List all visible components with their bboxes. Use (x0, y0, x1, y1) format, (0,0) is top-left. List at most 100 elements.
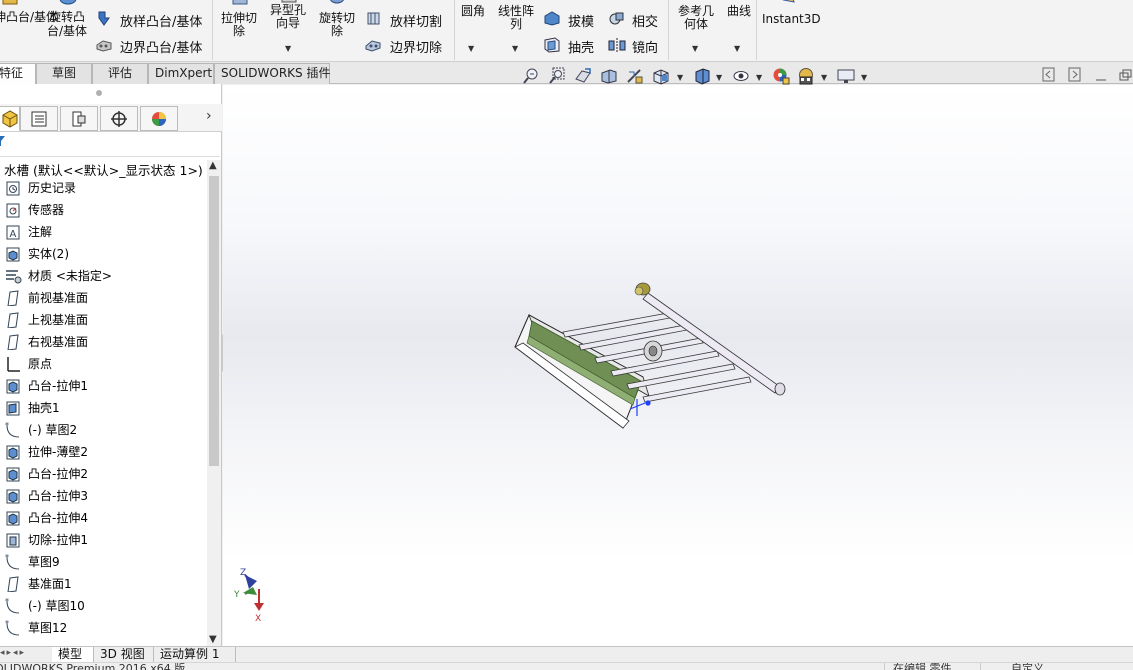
sketch-icon: * (5, 554, 20, 570)
dynamic-annotation-icon[interactable] (626, 67, 644, 85)
view-orientation-icon[interactable] (652, 67, 670, 85)
fillet-dropdown-icon[interactable]: ▼ (468, 44, 474, 53)
ribbon-separator (212, 0, 213, 60)
view-orientation-dropdown-icon[interactable]: ▼ (677, 73, 683, 82)
instant3d-label: Instant3D (762, 12, 821, 26)
linear-pattern-label: 线性阵列 (494, 5, 538, 31)
revolve-cut-icon (330, 0, 344, 4)
tab-property-manager[interactable] (20, 106, 58, 131)
revolve-cut-label: 旋转切除 (314, 12, 360, 38)
reference-geometry-dropdown-icon[interactable]: ▼ (692, 44, 698, 53)
tree-node-label: (-) 草图10 (28, 599, 85, 613)
expand-left-icon[interactable] (1042, 67, 1056, 83)
intersect-icon (609, 12, 624, 25)
tab-sketch[interactable]: 草图 (36, 63, 92, 84)
plane-icon (7, 312, 19, 328)
svg-text:*: * (5, 422, 9, 430)
property-manager-icon (31, 111, 47, 127)
curves-dropdown-icon[interactable]: ▼ (734, 44, 740, 53)
apply-scene-dropdown-icon[interactable]: ▼ (821, 73, 827, 82)
tab-solidworks-addins[interactable]: SOLIDWORKS 插件 (214, 63, 330, 84)
hole-wizard-dropdown-icon[interactable]: ▼ (285, 44, 291, 53)
plane-icon (7, 290, 19, 306)
tree-scrollbar[interactable]: ▲ ▼ (207, 160, 221, 646)
scroll-down-icon[interactable]: ▼ (209, 634, 217, 645)
intersect-label: 相交 (632, 15, 659, 30)
boundary-boss-label: 边界凸台/基体 (120, 41, 203, 56)
tab-3d-view[interactable]: 3D 视图 (94, 647, 154, 663)
sink-model[interactable] (514, 282, 786, 429)
previous-view-icon[interactable] (574, 67, 592, 85)
tree-node-label: 草图9 (28, 555, 60, 569)
edit-appearance-icon[interactable] (772, 67, 790, 85)
boundary-cut-icon (365, 40, 381, 52)
more-tabs-chevron-icon[interactable]: › (206, 108, 212, 124)
tree-node-label: 右视基准面 (28, 335, 89, 349)
tree-node-label: 原点 (28, 357, 53, 371)
sketch-icon: * (5, 422, 20, 438)
configuration-manager-icon (72, 111, 86, 127)
model-viewport: Z Y X (233, 282, 786, 624)
section-view-icon[interactable] (600, 67, 618, 85)
annotation-icon: A (6, 225, 20, 240)
curves-label: 曲线 (726, 4, 751, 18)
panel-grip[interactable] (96, 90, 102, 96)
minimize-window-icon[interactable] (1094, 67, 1108, 83)
tree-node-label: 抽壳1 (28, 401, 60, 415)
filter-icon (0, 136, 5, 146)
tab-configuration-manager[interactable] (60, 106, 98, 131)
tree-node-label: 历史记录 (28, 181, 77, 195)
plane-icon (7, 334, 19, 350)
graphics-area[interactable]: Z Y X (223, 85, 1133, 646)
zoom-to-area-icon[interactable] (548, 67, 566, 85)
tab-model[interactable]: 模型 (52, 647, 94, 663)
manager-tabs: › (0, 104, 222, 132)
extrude-feature-icon (6, 467, 20, 482)
tab-scroll-arrows-icon[interactable]: ◂▸◂▸ (0, 648, 26, 658)
bottom-tabs-bar: ◂▸◂▸ 模型 3D 视图 运动算例 1 (0, 646, 1133, 663)
cut-feature-icon (6, 533, 20, 548)
mirror-label: 镜向 (632, 41, 659, 56)
scroll-up-icon[interactable]: ▲ (209, 160, 217, 171)
hide-show-items-icon[interactable] (732, 67, 750, 85)
linear-pattern-text: 线性阵列 (497, 4, 534, 31)
tree-node-label: 实体(2) (28, 247, 69, 261)
tree-node-label: 凸台-拉伸3 (28, 489, 88, 503)
display-style-dropdown-icon[interactable]: ▼ (716, 73, 722, 82)
tab-dimxpert-manager[interactable] (100, 106, 138, 131)
view-settings-dropdown-icon[interactable]: ▼ (861, 73, 867, 82)
reference-geometry-text: 参考几何体 (677, 4, 714, 31)
status-units[interactable]: 自定义 (980, 663, 1044, 670)
feature-tree: 水槽 (默认<<默认>_显示状态 1>) 历史记录 传感器 A 注解 实体(2) 材质 <… (0, 160, 208, 646)
apply-scene-icon[interactable] (797, 67, 815, 85)
feature-manager-icon (2, 110, 18, 128)
view-settings-icon[interactable] (837, 67, 855, 85)
linear-pattern-dropdown-icon[interactable]: ▼ (512, 44, 518, 53)
loft-cut-label: 放样切割 (390, 15, 443, 30)
tab-motion-study[interactable]: 运动算例 1 (154, 647, 236, 663)
zoom-to-fit-icon[interactable] (522, 67, 540, 85)
reference-geometry-label: 参考几何体 (674, 5, 718, 31)
extrude-feature-icon (6, 511, 20, 526)
tree-node-label: 材质 <未指定> (28, 269, 112, 283)
expand-right-icon[interactable] (1068, 67, 1082, 83)
triad-x-label: X (255, 614, 261, 624)
extrude-cut-text: 拉伸切除 (221, 11, 258, 38)
tab-display-manager[interactable] (140, 106, 178, 131)
tab-feature-manager[interactable] (0, 106, 20, 131)
tab-evaluate[interactable]: 评估 (92, 63, 148, 84)
command-manager-tabs: 特征 草图 评估 DimXpert SOLIDWORKS 插件 (0, 62, 1133, 84)
tree-root-part[interactable]: 水槽 (默认<<默认>_显示状态 1>) (4, 160, 203, 179)
triad-z-label: Z (240, 568, 246, 578)
hide-show-dropdown-icon[interactable]: ▼ (756, 73, 762, 82)
tree-filter-bar[interactable] (0, 133, 220, 157)
tab-features[interactable]: 特征 (0, 63, 36, 84)
tab-dimxpert[interactable]: DimXpert (148, 63, 214, 84)
display-style-icon[interactable] (693, 67, 711, 85)
boundary-cut-label: 边界切除 (390, 41, 443, 56)
command-ribbon: 伸凸台/基体 旋转凸台/基体 放样凸台/基体 边界凸台/基体 拉伸切除 异型孔向… (0, 0, 1133, 62)
scrollbar-thumb[interactable] (209, 176, 219, 466)
restore-window-icon[interactable] (1118, 67, 1132, 83)
hole-wizard-text: 异型孔向导 (269, 3, 306, 30)
tree-node-label: 前视基准面 (28, 291, 89, 305)
